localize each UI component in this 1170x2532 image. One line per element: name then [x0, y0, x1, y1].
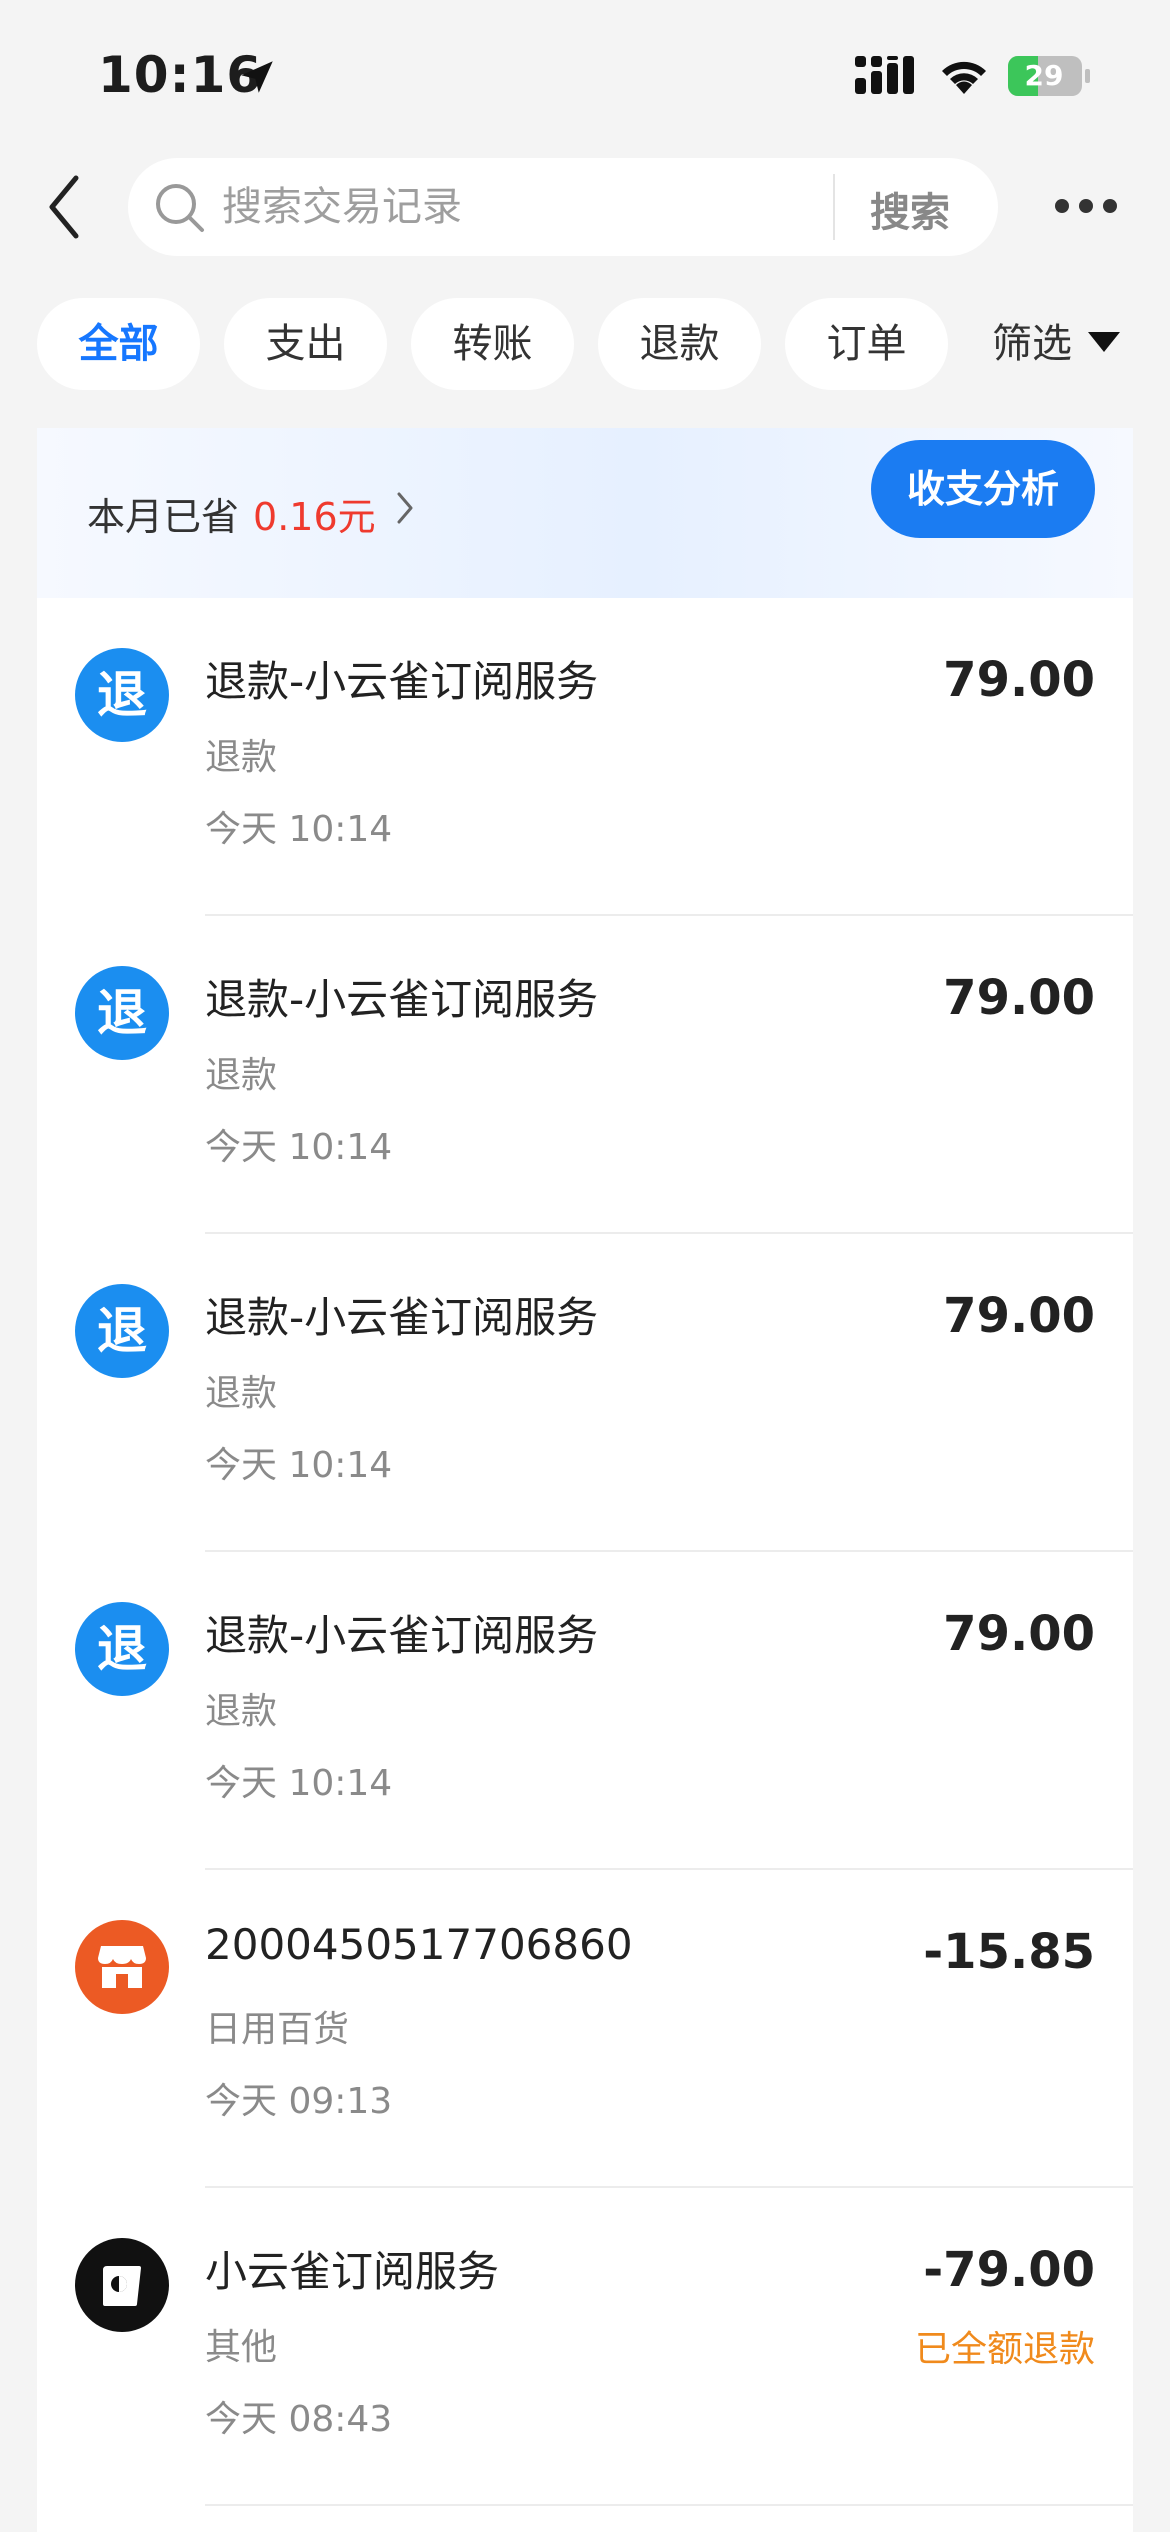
transaction-title: 2000450517706860: [205, 1920, 633, 1969]
transaction-amount: 79.00: [943, 1606, 1095, 1662]
transaction-category: 退款: [205, 1373, 278, 1414]
refund-icon: 退: [75, 966, 169, 1060]
filter-chip-expense[interactable]: 支出: [224, 298, 387, 390]
transaction-row[interactable]: 退 退款-小云雀订阅服务 退款 今天 10:14 79.00: [37, 1552, 1133, 1870]
location-arrow-icon: [241, 61, 273, 93]
transaction-title: 退款-小云雀订阅服务: [205, 1611, 599, 1660]
monthly-summary[interactable]: 本月已省 0.16元 收支分析: [37, 428, 1133, 598]
transaction-row[interactable]: 2000450517706860 日用百货 今天 09:13 -15.85: [37, 1870, 1133, 2188]
cellular-signal-icon: [855, 56, 914, 94]
transaction-category: 退款: [205, 1691, 278, 1732]
transaction-title: 退款-小云雀订阅服务: [205, 975, 599, 1024]
status-bar: 10:16 29: [0, 0, 1170, 150]
income-expense-analysis-button[interactable]: 收支分析: [871, 440, 1095, 538]
search-icon: [156, 184, 204, 232]
battery-level: 29: [1024, 59, 1064, 92]
transaction-time: 今天 10:14: [205, 1445, 393, 1486]
refund-icon: 退: [75, 1284, 169, 1378]
app-logo-icon: [75, 2238, 169, 2332]
filter-chip-order[interactable]: 订单: [785, 298, 948, 390]
row-divider: [205, 2504, 1133, 2506]
search-button[interactable]: 搜索: [870, 180, 950, 238]
transaction-time: 今天 10:14: [205, 1763, 393, 1804]
filter-label: 筛选: [992, 321, 1072, 367]
filter-chip-transfer[interactable]: 转账: [411, 298, 574, 390]
transaction-row[interactable]: 退 退款-小云雀订阅服务 退款 今天 10:14 79.00: [37, 598, 1133, 916]
chevron-right-icon: [397, 492, 413, 524]
search-input[interactable]: [222, 180, 902, 234]
transaction-time: 今天 08:43: [205, 2399, 393, 2440]
store-icon: [75, 1920, 169, 2014]
transaction-category: 退款: [205, 1055, 278, 1096]
summary-label: 本月已省: [87, 495, 240, 539]
refund-icon: 退: [75, 648, 169, 742]
transaction-amount: -15.85: [923, 1924, 1095, 1980]
transaction-category: 其他: [205, 2327, 278, 2368]
transaction-amount: -79.00: [923, 2242, 1095, 2298]
transaction-title: 小云雀订阅服务: [205, 2247, 500, 2296]
search-bar[interactable]: 搜索: [128, 158, 998, 256]
filter-chip-all[interactable]: 全部: [37, 298, 200, 390]
back-arrow-icon[interactable]: [44, 172, 84, 242]
transaction-amount: 79.00: [943, 970, 1095, 1026]
transaction-title: 退款-小云雀订阅服务: [205, 1293, 599, 1342]
transaction-row[interactable]: 退 退款-小云雀订阅服务 退款 今天 10:14 79.00: [37, 1234, 1133, 1552]
more-options-icon[interactable]: [1054, 198, 1118, 214]
search-divider: [833, 174, 835, 240]
refund-icon: 退: [75, 1602, 169, 1696]
filter-button[interactable]: 筛选: [992, 298, 1120, 390]
transaction-list-card: 本月已省 0.16元 收支分析 退 退款-小云雀订阅服务 退款 今天 10:14 …: [37, 428, 1133, 2532]
transaction-category: 退款: [205, 737, 278, 778]
battery-icon: 29: [1008, 56, 1090, 96]
transaction-amount: 79.00: [943, 652, 1095, 708]
triangle-down-icon: [1088, 332, 1120, 352]
transaction-time: 今天 09:13: [205, 2081, 393, 2122]
transaction-title: 退款-小云雀订阅服务: [205, 657, 599, 706]
filter-chip-refund[interactable]: 退款: [598, 298, 761, 390]
transaction-amount: 79.00: [943, 1288, 1095, 1344]
wifi-icon: [942, 61, 986, 94]
summary-text: 本月已省 0.16元: [87, 486, 376, 541]
refund-status: 已全额退款: [914, 2329, 1095, 2370]
transaction-category: 日用百货: [205, 2009, 350, 2050]
transaction-time: 今天 10:14: [205, 1127, 393, 1168]
transaction-time: 今天 10:14: [205, 809, 393, 850]
transaction-row[interactable]: 退 退款-小云雀订阅服务 退款 今天 10:14 79.00: [37, 916, 1133, 1234]
summary-saved-value: 0.16元: [253, 495, 376, 539]
transaction-row[interactable]: 小云雀订阅服务 其他 今天 08:43 -79.00 已全额退款: [37, 2188, 1133, 2506]
